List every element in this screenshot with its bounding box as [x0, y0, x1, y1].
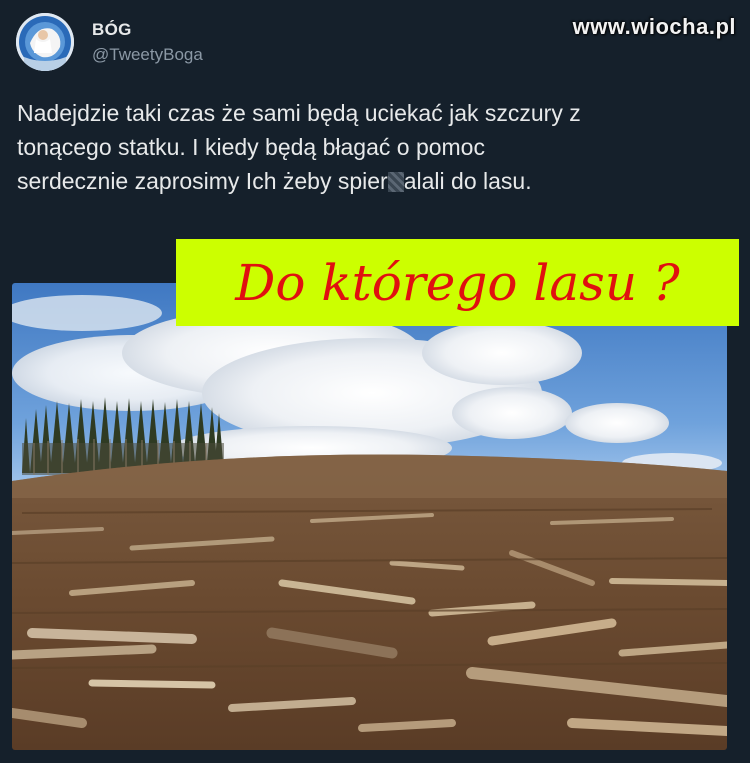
avatar[interactable]	[16, 13, 74, 71]
clearcut-forest-photo	[12, 283, 727, 750]
display-name[interactable]: BÓG	[92, 20, 132, 40]
tweet-text-line: tonącego statku. I kiedy będą błagać o p…	[17, 134, 485, 160]
tweet-text-line: Nadejdzie taki czas że sami będą uciekać…	[17, 100, 581, 126]
tweet-media-image[interactable]	[12, 283, 727, 750]
tweet-screenshot: BÓG @TweetyBoga www.wiocha.pl Nadejdzie …	[0, 0, 750, 763]
overlay-caption-box: Do którego lasu ?	[176, 239, 739, 326]
overlay-caption-text: Do którego lasu ?	[235, 253, 680, 312]
censor-pixelation	[387, 172, 404, 192]
tweet-text-line: serdecznie zaprosimy Ich żeby spier alali…	[17, 164, 727, 198]
site-watermark: www.wiocha.pl	[572, 14, 736, 39]
user-handle[interactable]: @TweetyBoga	[92, 45, 203, 65]
tweet-text-fragment: alali do lasu.	[403, 168, 532, 194]
tweet-text: Nadejdzie taki czas że sami będą uciekać…	[17, 96, 727, 198]
tweet-text-fragment: serdecznie zaprosimy Ich żeby spier	[17, 168, 388, 194]
avatar-illustration-icon	[16, 13, 74, 71]
